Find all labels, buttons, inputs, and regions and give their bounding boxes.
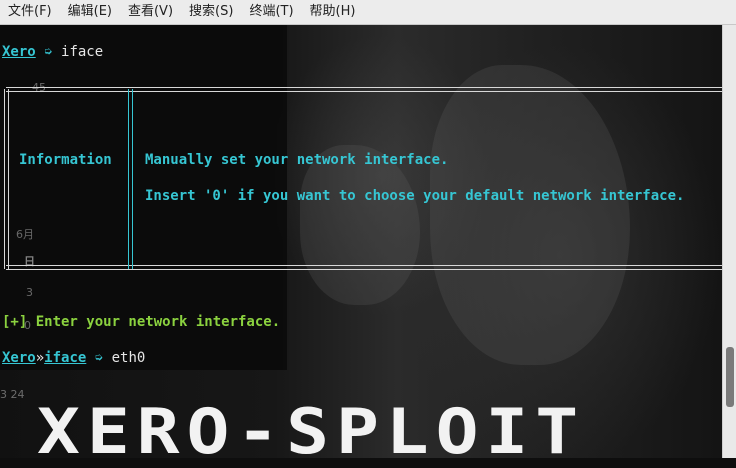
menu-terminal[interactable]: 终端(T) bbox=[241, 0, 301, 24]
menu-edit[interactable]: 编辑(E) bbox=[60, 0, 120, 24]
menu-view[interactable]: 查看(V) bbox=[120, 0, 181, 24]
info-line-1: Manually set your network interface. bbox=[145, 152, 449, 168]
menu-bar: 文件(F) 编辑(E) 查看(V) 搜索(S) 终端(T) 帮助(H) bbox=[0, 0, 736, 25]
ghost-text: 3 24 bbox=[0, 388, 25, 401]
ghost-text: 3 bbox=[26, 286, 33, 299]
info-box-left-border bbox=[4, 89, 9, 269]
terminal-output[interactable]: 45 6月 日 3 0 3 24 Xero ➭ iface Informatio… bbox=[0, 25, 722, 458]
info-box-divider bbox=[128, 89, 133, 269]
menu-search[interactable]: 搜索(S) bbox=[181, 0, 241, 24]
menu-help[interactable]: 帮助(H) bbox=[302, 0, 364, 24]
prompt-module: iface bbox=[44, 350, 87, 366]
ghost-text: 6月 bbox=[16, 228, 34, 241]
info-box-top-border bbox=[6, 87, 722, 92]
scrollbar-thumb[interactable] bbox=[726, 347, 734, 407]
prompt-host: Xero bbox=[2, 350, 36, 366]
ascii-banner: XERO-SPLOIT bbox=[37, 395, 586, 468]
prompt-host: Xero bbox=[2, 44, 36, 60]
prompt-command: iface bbox=[61, 44, 104, 60]
prompt-arrow: ➭ bbox=[35, 44, 62, 60]
info-line-2: Insert '0' if you want to choose your de… bbox=[145, 188, 685, 204]
wallpaper-arm bbox=[300, 145, 420, 305]
user-input[interactable]: eth0 bbox=[112, 350, 146, 366]
info-label: Information bbox=[19, 152, 112, 168]
vertical-scrollbar[interactable] bbox=[722, 25, 736, 458]
info-box-bottom-border bbox=[6, 265, 722, 270]
enter-interface-prompt: [+] Enter your network interface. bbox=[2, 314, 281, 330]
prompt-line-1: Xero ➭ iface bbox=[2, 43, 103, 61]
prompt-separator: » bbox=[35, 350, 45, 366]
menu-file[interactable]: 文件(F) bbox=[0, 0, 60, 24]
wallpaper-figure bbox=[430, 65, 630, 365]
prompt-arrow: ➭ bbox=[86, 350, 112, 366]
prompt-line-2[interactable]: Xero»iface ➭ eth0 bbox=[2, 349, 145, 367]
